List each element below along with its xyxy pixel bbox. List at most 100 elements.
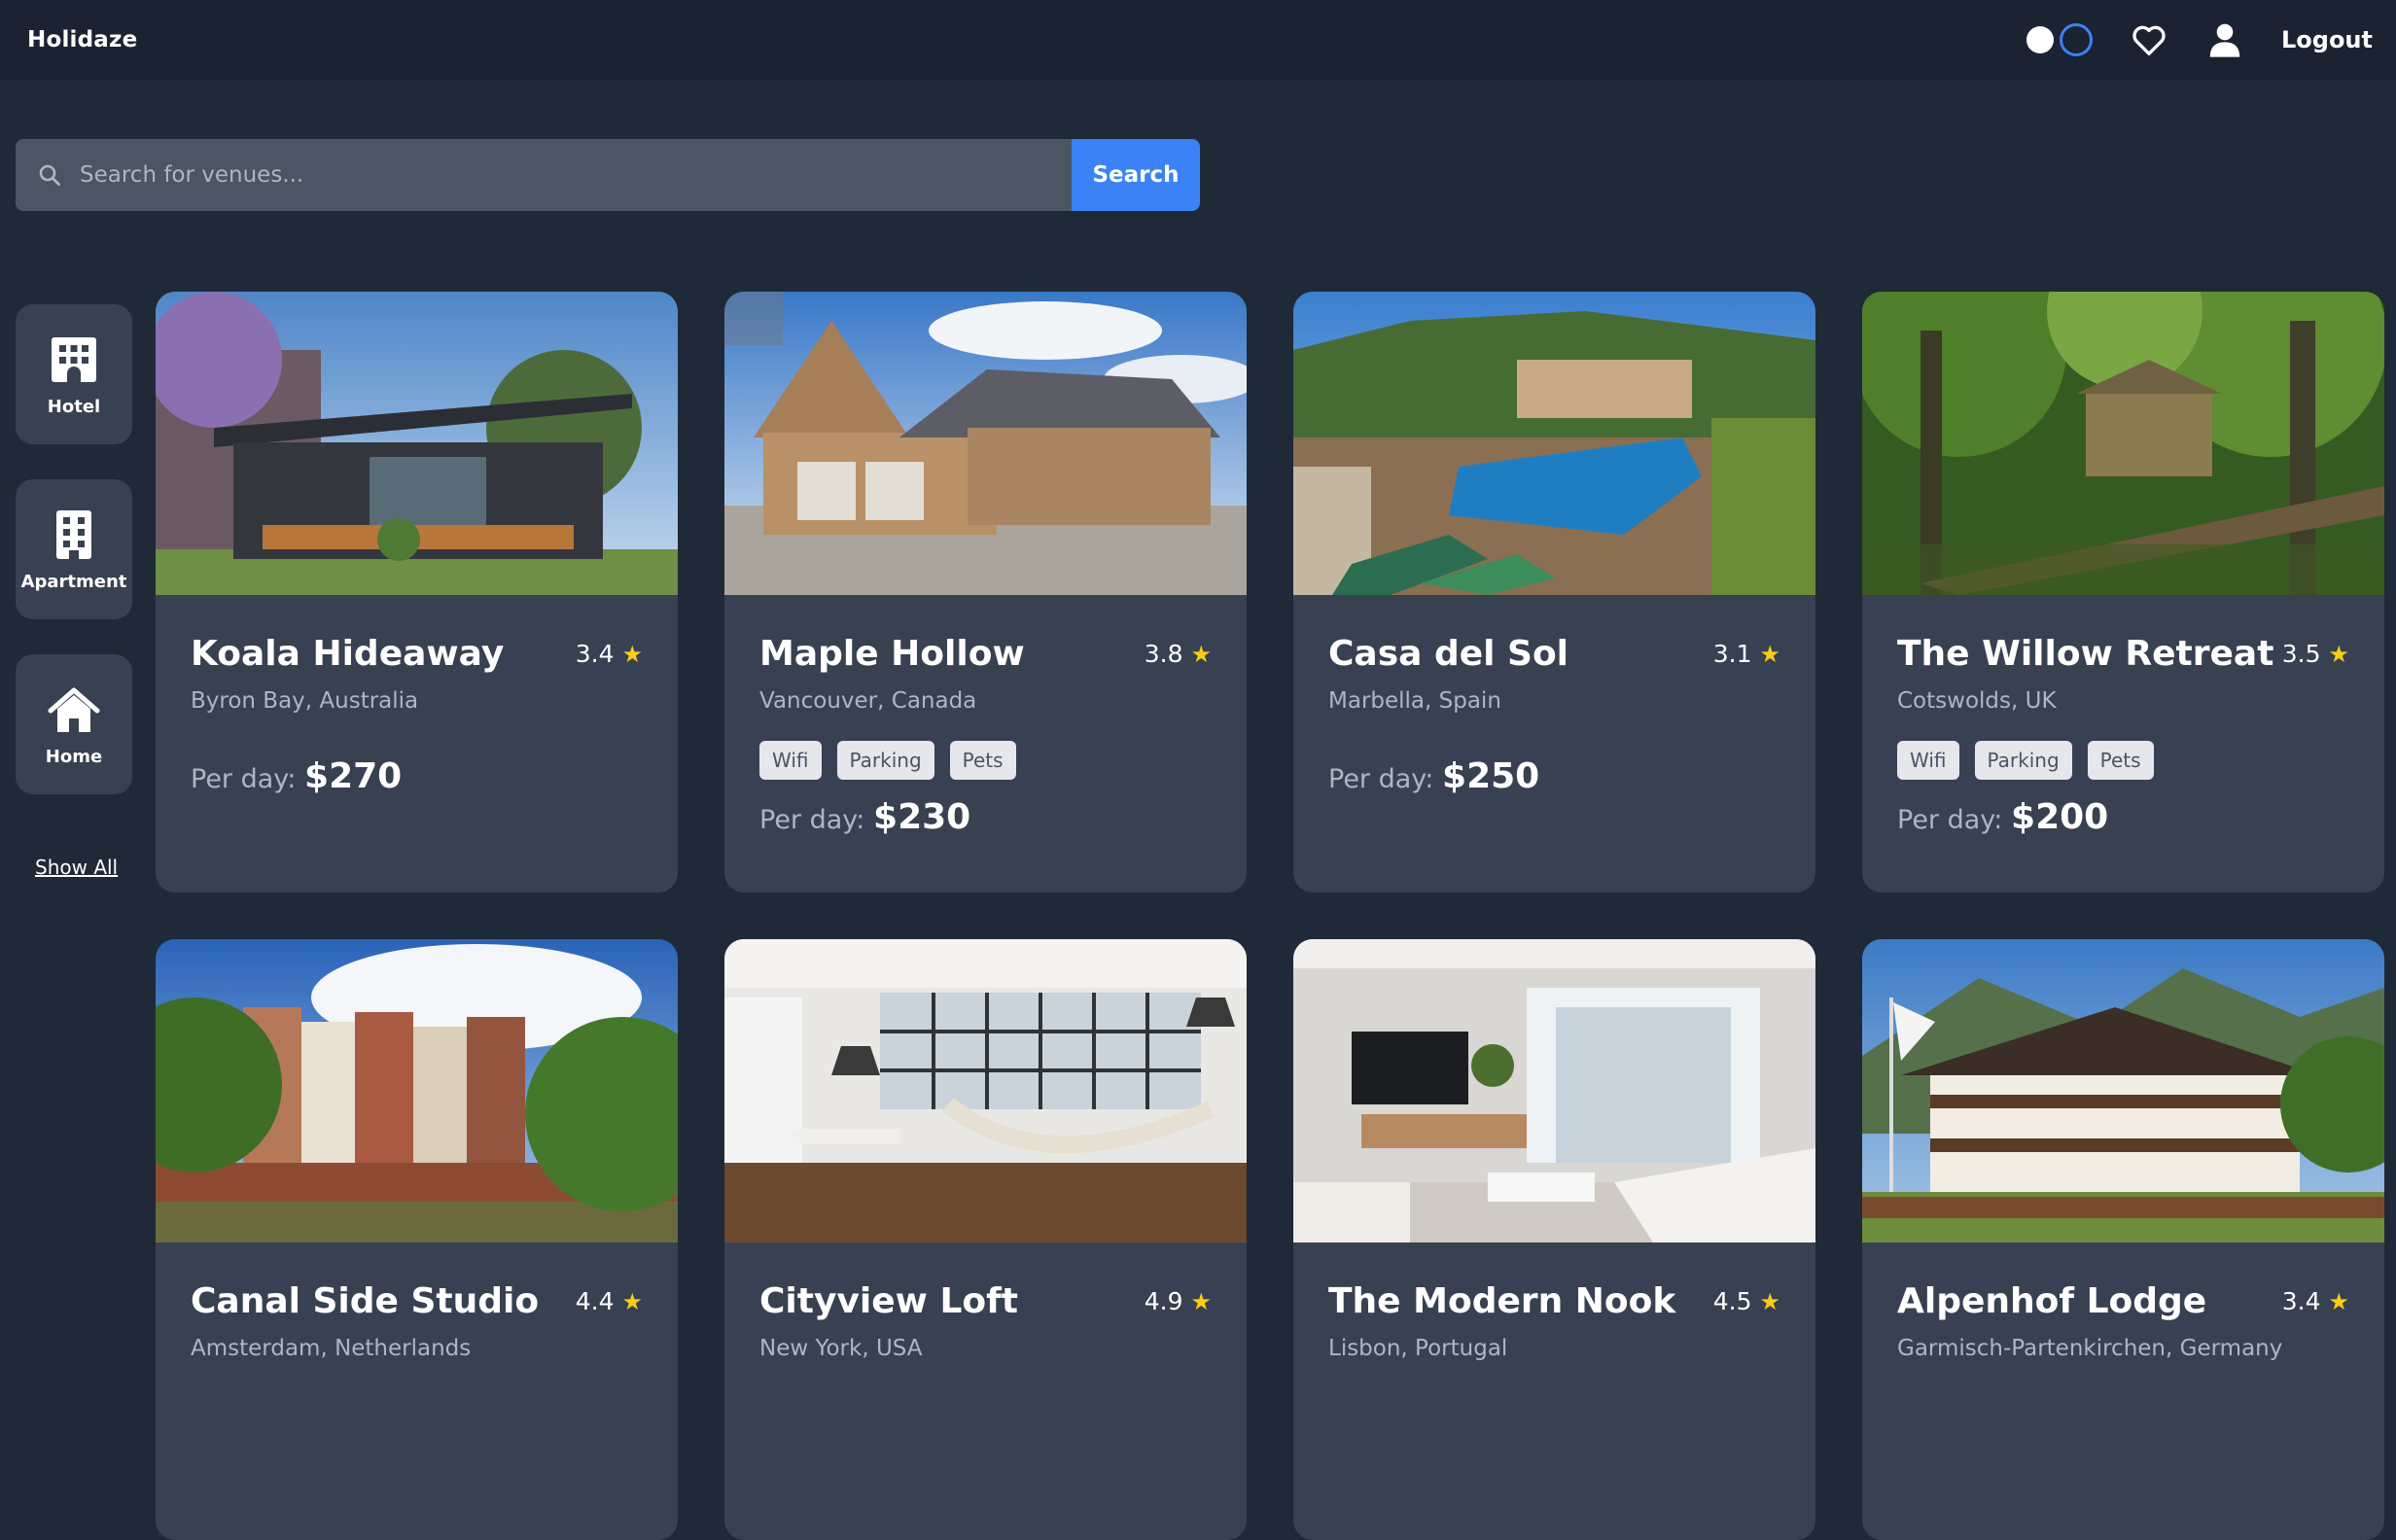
venue-price: Per day: $270: [191, 756, 402, 796]
search-field-container[interactable]: [16, 139, 1072, 211]
venue-card[interactable]: The Modern Nook 4.5 ★ Lisbon, Portugal: [1293, 939, 1815, 1540]
price-value: $270: [304, 756, 403, 796]
search-input[interactable]: [80, 139, 1072, 211]
user-profile-icon[interactable]: [2205, 20, 2244, 59]
brand-logo[interactable]: Holidaze: [27, 27, 137, 52]
venue-title: The Modern Nook: [1328, 1281, 1676, 1321]
amenity-tag: Wifi: [759, 741, 822, 780]
venue-title: Canal Side Studio: [191, 1281, 540, 1321]
category-apartment[interactable]: Apartment: [16, 479, 132, 619]
venue-location: Amsterdam, Netherlands: [191, 1336, 472, 1361]
modern-cabin-photo: [156, 292, 678, 595]
forest-treehouse-photo: [1862, 292, 2384, 595]
amenity-tags: Wifi Parking Pets: [1897, 741, 2154, 780]
venue-card[interactable]: Casa del Sol 3.1 ★ Marbella, Spain Per da…: [1293, 292, 1815, 892]
venue-rating: 3.4 ★: [576, 640, 643, 668]
star-icon: ★: [1190, 640, 1212, 668]
hotel-icon: [47, 332, 101, 387]
theme-toggle[interactable]: [2026, 23, 2093, 56]
price-label: Per day:: [1328, 764, 1434, 794]
amenity-tag: Wifi: [1897, 741, 1959, 780]
venue-title: The Willow Retreat: [1897, 634, 2274, 674]
logout-button[interactable]: Logout: [2281, 26, 2373, 53]
venue-title: Alpenhof Lodge: [1897, 1281, 2207, 1321]
venue-title: Casa del Sol: [1328, 634, 1569, 674]
venue-location: Marbella, Spain: [1328, 688, 1501, 714]
venue-title: Cityview Loft: [759, 1281, 1018, 1321]
price-value: $200: [2011, 797, 2109, 837]
venue-card[interactable]: Cityview Loft 4.9 ★ New York, USA: [724, 939, 1247, 1540]
venue-rating: 3.8 ★: [1145, 640, 1212, 668]
venue-location: Vancouver, Canada: [759, 688, 977, 714]
star-icon: ★: [2328, 1287, 2349, 1315]
rating-value: 3.1: [1712, 640, 1752, 668]
star-icon: ★: [621, 1287, 643, 1315]
top-navbar: Holidaze Logout: [0, 0, 2396, 80]
venue-location: Garmisch-Partenkirchen, Germany: [1897, 1336, 2283, 1361]
category-label: Home: [45, 746, 103, 767]
brick-house-photo: [724, 292, 1247, 595]
venue-location: Byron Bay, Australia: [191, 688, 419, 714]
header-actions: Logout: [2026, 0, 2373, 80]
search-bar: Search: [16, 139, 1200, 211]
alpine-lodge-photo: [1862, 939, 2384, 1242]
canal-houses-photo: [156, 939, 678, 1242]
dark-mode-ring-icon[interactable]: [2059, 23, 2093, 56]
venue-card[interactable]: Alpenhof Lodge 3.4 ★ Garmisch-Partenkirch…: [1862, 939, 2384, 1540]
rating-value: 3.5: [2281, 640, 2321, 668]
venue-rating: 3.5 ★: [2282, 640, 2349, 668]
living-room-photo: [1293, 939, 1815, 1242]
price-value: $250: [1442, 756, 1540, 796]
price-value: $230: [873, 797, 971, 837]
rating-value: 4.4: [575, 1287, 615, 1315]
rating-value: 3.8: [1144, 640, 1183, 668]
venue-rating: 3.4 ★: [2282, 1287, 2349, 1315]
amenity-tag: Parking: [1974, 741, 2072, 780]
venue-rating: 4.4 ★: [576, 1287, 643, 1315]
search-button[interactable]: Search: [1072, 139, 1200, 211]
venue-rating: 4.5 ★: [1713, 1287, 1780, 1315]
venue-location: Cotswolds, UK: [1897, 688, 2057, 714]
venue-price: Per day: $200: [1897, 797, 2108, 837]
venue-rating: 3.1 ★: [1713, 640, 1780, 668]
venue-price: Per day: $230: [759, 797, 970, 837]
rating-value: 3.4: [575, 640, 615, 668]
amenity-tag: Pets: [949, 741, 1016, 780]
price-label: Per day:: [1897, 805, 2003, 835]
amenity-tag: Parking: [836, 741, 934, 780]
amenity-tags: Wifi Parking Pets: [759, 741, 1016, 780]
favorites-heart-icon[interactable]: [2130, 20, 2168, 59]
venue-location: New York, USA: [759, 1336, 923, 1361]
category-label: Hotel: [47, 396, 101, 417]
home-icon: [47, 682, 101, 737]
star-icon: ★: [1759, 640, 1780, 668]
star-icon: ★: [1190, 1287, 1212, 1315]
rating-value: 4.9: [1144, 1287, 1183, 1315]
star-icon: ★: [1759, 1287, 1780, 1315]
apartment-icon: [47, 508, 101, 562]
show-all-link[interactable]: Show All: [35, 856, 118, 879]
search-icon: [35, 160, 64, 190]
star-icon: ★: [2328, 640, 2349, 668]
pool-villa-photo: [1293, 292, 1815, 595]
venue-rating: 4.9 ★: [1145, 1287, 1212, 1315]
category-label: Apartment: [20, 571, 127, 592]
venue-card[interactable]: Maple Hollow 3.8 ★ Vancouver, Canada Wifi…: [724, 292, 1247, 892]
price-label: Per day:: [759, 805, 865, 835]
loft-interior-photo: [724, 939, 1247, 1242]
venue-location: Lisbon, Portugal: [1328, 1336, 1508, 1361]
star-icon: ★: [621, 640, 643, 668]
light-mode-dot-icon[interactable]: [2026, 26, 2054, 53]
price-label: Per day:: [191, 764, 297, 794]
venue-title: Koala Hideaway: [191, 634, 505, 674]
category-home[interactable]: Home: [16, 654, 132, 794]
rating-value: 4.5: [1712, 1287, 1752, 1315]
venue-card[interactable]: Koala Hideaway 3.4 ★ Byron Bay, Australia…: [156, 292, 678, 892]
venue-title: Maple Hollow: [759, 634, 1025, 674]
rating-value: 3.4: [2281, 1287, 2321, 1315]
venue-price: Per day: $250: [1328, 756, 1539, 796]
amenity-tag: Pets: [2087, 741, 2154, 780]
category-hotel[interactable]: Hotel: [16, 304, 132, 444]
venue-card[interactable]: The Willow Retreat 3.5 ★ Cotswolds, UK Wi…: [1862, 292, 2384, 892]
venue-card[interactable]: Canal Side Studio 4.4 ★ Amsterdam, Nether…: [156, 939, 678, 1540]
